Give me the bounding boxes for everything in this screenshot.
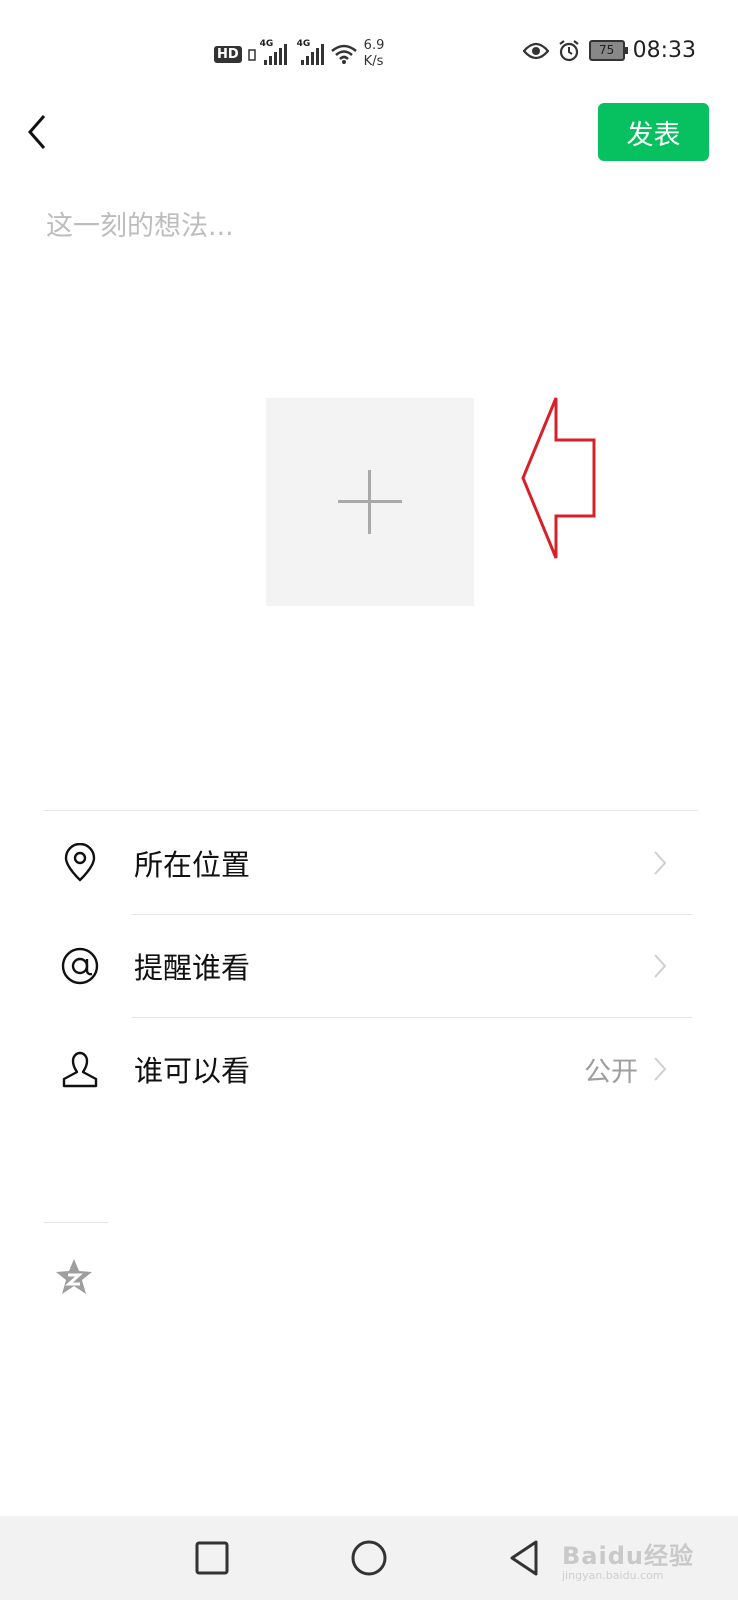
chevron-right-icon [654, 954, 667, 978]
location-pin-icon [64, 843, 96, 882]
clock: 08:33 [632, 38, 696, 63]
mention-label: 提醒谁看 [134, 951, 251, 985]
plus-icon [338, 470, 402, 534]
signal-2-icon: 4G [297, 39, 324, 65]
add-photo-button[interactable] [266, 398, 474, 606]
watermark: Baidu经验 jingyan.baidu.com [562, 1536, 694, 1582]
alarm-icon [558, 39, 579, 61]
back-triangle-icon[interactable] [502, 1534, 550, 1582]
signal-1-icon: 4G [260, 39, 287, 65]
divider [44, 810, 698, 811]
moment-text-input[interactable] [44, 200, 698, 252]
home-circle-icon[interactable] [345, 1534, 393, 1582]
mention-row[interactable]: 提醒谁看 [0, 915, 738, 1017]
status-bar: HD 4G 4G 6.9 K/s 75 08:33 [0, 0, 738, 100]
chevron-left-icon [28, 115, 46, 149]
location-label: 所在位置 [134, 848, 251, 882]
location-row[interactable]: 所在位置 [0, 812, 738, 914]
network-speed: 6.9 K/s [364, 38, 385, 70]
hd-badge: HD [214, 45, 242, 63]
qzone-star-icon[interactable] [54, 1258, 94, 1296]
eye-icon [522, 42, 549, 59]
battery-indicator: 75 [588, 40, 628, 61]
back-button[interactable] [22, 110, 62, 154]
divider [44, 1222, 108, 1223]
watermark-url: jingyan.baidu.com [562, 1569, 664, 1582]
visibility-label: 谁可以看 [134, 1054, 251, 1088]
annotation-arrow-icon [521, 397, 596, 559]
person-icon [62, 1051, 98, 1088]
publish-button[interactable]: 发表 [598, 103, 709, 161]
chevron-right-icon [654, 1057, 667, 1081]
visibility-row[interactable]: 谁可以看 公开 [0, 1018, 738, 1120]
speed-value: 6.9 [363, 38, 385, 53]
status-left: HD 4G 4G 6.9 K/s [214, 38, 384, 70]
recents-square-icon[interactable] [188, 1534, 236, 1582]
status-right: 75 08:33 [522, 38, 696, 63]
visibility-value: 公开 [584, 1057, 638, 1088]
at-sign-icon [61, 947, 99, 985]
sim-small-icon [247, 49, 256, 61]
speed-unit: K/s [363, 54, 384, 69]
chevron-right-icon [654, 851, 667, 875]
watermark-brand: Baidu经验 [562, 1542, 694, 1570]
wifi-icon [330, 44, 357, 64]
